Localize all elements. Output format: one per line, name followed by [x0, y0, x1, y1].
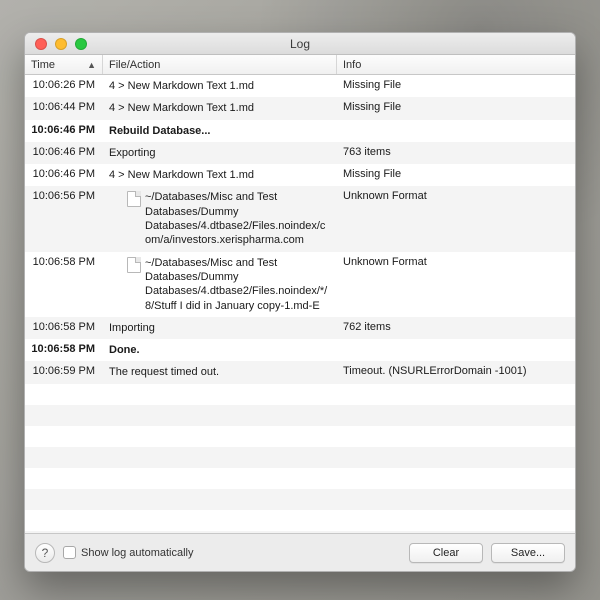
zoom-icon[interactable]	[75, 38, 87, 50]
cell-file: Rebuild Database...	[103, 120, 337, 142]
cell-file: 4 > New Markdown Text 1.md	[103, 75, 337, 97]
clear-button[interactable]: Clear	[409, 543, 483, 563]
cell-file-text: Exporting	[109, 146, 155, 160]
cell-file: ~/Databases/Misc and Test Databases/Dumm…	[103, 186, 337, 251]
document-icon	[127, 191, 141, 207]
cell-file: The request timed out.	[103, 361, 337, 383]
minimize-icon[interactable]	[55, 38, 67, 50]
table-row-empty	[25, 447, 575, 468]
table-row-empty	[25, 510, 575, 531]
cell-time: 10:06:58 PM	[25, 339, 103, 361]
table-row-empty	[25, 426, 575, 447]
cell-info	[337, 120, 575, 142]
table-row[interactable]: 10:06:46 PM 4 > New Markdown Text 1.md Mis…	[25, 164, 575, 186]
table-header: Time ▲ File/Action Info	[25, 55, 575, 75]
titlebar[interactable]: Log	[25, 33, 575, 55]
table-row-empty	[25, 384, 575, 405]
cell-info: 762 items	[337, 317, 575, 339]
show-log-checkbox[interactable]: Show log automatically	[63, 546, 194, 559]
cell-info: Unknown Format	[337, 186, 575, 251]
cell-file-text: ~/Databases/Misc and Test Databases/Dumm…	[145, 190, 331, 247]
table-row[interactable]: 10:06:46 PM Exporting 763 items	[25, 142, 575, 164]
cell-file-text: The request timed out.	[109, 365, 219, 379]
cell-time: 10:06:58 PM	[25, 317, 103, 339]
cell-file-text: Importing	[109, 321, 155, 335]
table-row-empty	[25, 405, 575, 426]
cell-file-text: ~/Databases/Misc and Test Databases/Dumm…	[145, 256, 331, 313]
sort-ascending-icon: ▲	[87, 60, 96, 70]
cell-info: Missing File	[337, 97, 575, 119]
footer: ? Show log automatically Clear Save...	[25, 533, 575, 571]
cell-file-text: Rebuild Database...	[109, 124, 210, 138]
column-header-info-label: Info	[343, 59, 361, 71]
cell-time: 10:06:46 PM	[25, 120, 103, 142]
table-row-empty	[25, 468, 575, 489]
save-button[interactable]: Save...	[491, 543, 565, 563]
cell-file-text: 4 > New Markdown Text 1.md	[109, 79, 254, 93]
cell-file-text: 4 > New Markdown Text 1.md	[109, 168, 254, 182]
clear-button-label: Clear	[433, 547, 459, 559]
table-row[interactable]: 10:06:58 PM Done.	[25, 339, 575, 361]
table-row[interactable]: 10:06:26 PM 4 > New Markdown Text 1.md Mis…	[25, 75, 575, 97]
cell-file: ~/Databases/Misc and Test Databases/Dumm…	[103, 252, 337, 317]
cell-file: 4 > New Markdown Text 1.md	[103, 164, 337, 186]
cell-time: 10:06:56 PM	[25, 186, 103, 251]
table-row[interactable]: 10:06:58 PM ~/Databases/Misc and Test Dat…	[25, 252, 575, 317]
table-row[interactable]: 10:06:59 PM The request timed out. Timeout…	[25, 361, 575, 383]
cell-file: Done.	[103, 339, 337, 361]
column-header-file[interactable]: File/Action	[103, 55, 337, 74]
cell-info: 763 items	[337, 142, 575, 164]
cell-info	[337, 339, 575, 361]
close-icon[interactable]	[35, 38, 47, 50]
log-window: Log Time ▲ File/Action Info 10:06:26 PM 4…	[24, 32, 576, 572]
checkbox-icon	[63, 546, 76, 559]
cell-file: Exporting	[103, 142, 337, 164]
cell-time: 10:06:44 PM	[25, 97, 103, 119]
table-row[interactable]: 10:06:56 PM ~/Databases/Misc and Test Dat…	[25, 186, 575, 251]
cell-time: 10:06:58 PM	[25, 252, 103, 317]
cell-info: Timeout. (NSURLErrorDomain -1001)	[337, 361, 575, 383]
cell-file: Importing	[103, 317, 337, 339]
table-row[interactable]: 10:06:44 PM 4 > New Markdown Text 1.md Mis…	[25, 97, 575, 119]
cell-file: 4 > New Markdown Text 1.md	[103, 97, 337, 119]
cell-info: Missing File	[337, 75, 575, 97]
table-row-empty	[25, 489, 575, 510]
cell-time: 10:06:46 PM	[25, 142, 103, 164]
cell-time: 10:06:46 PM	[25, 164, 103, 186]
cell-info: Missing File	[337, 164, 575, 186]
window-title: Log	[25, 37, 575, 51]
column-header-info[interactable]: Info	[337, 55, 575, 74]
document-icon	[127, 257, 141, 273]
column-header-time[interactable]: Time ▲	[25, 55, 103, 74]
table-row[interactable]: 10:06:46 PM Rebuild Database...	[25, 120, 575, 142]
cell-file-text: 4 > New Markdown Text 1.md	[109, 101, 254, 115]
log-table-body[interactable]: 10:06:26 PM 4 > New Markdown Text 1.md Mis…	[25, 75, 575, 533]
traffic-lights	[35, 38, 87, 50]
cell-time: 10:06:26 PM	[25, 75, 103, 97]
column-header-file-label: File/Action	[109, 59, 160, 71]
cell-time: 10:06:59 PM	[25, 361, 103, 383]
help-button[interactable]: ?	[35, 543, 55, 563]
table-row[interactable]: 10:06:58 PM Importing 762 items	[25, 317, 575, 339]
show-log-label: Show log automatically	[81, 547, 194, 559]
cell-info: Unknown Format	[337, 252, 575, 317]
cell-file-text: Done.	[109, 343, 140, 357]
save-button-label: Save...	[511, 547, 545, 559]
column-header-time-label: Time	[31, 59, 55, 71]
